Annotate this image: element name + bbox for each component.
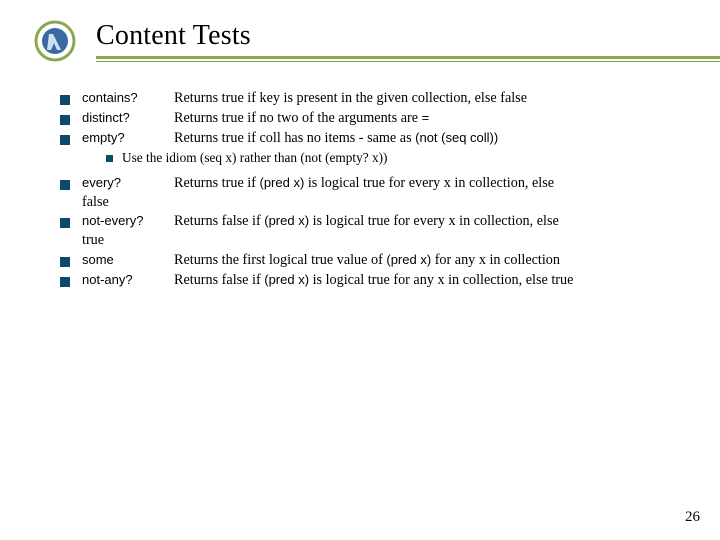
square-bullet-icon	[60, 135, 70, 145]
fn-desc: Returns true if coll has no items - same…	[174, 130, 684, 148]
desc-code: =	[422, 110, 430, 125]
desc-text: is logical true for every x in collectio…	[309, 213, 559, 229]
fn-term: not-every?	[82, 213, 174, 229]
fn-term: some	[82, 252, 174, 268]
lambda-logo-icon	[34, 20, 76, 67]
slide-header: Content Tests	[0, 0, 720, 62]
desc-code: (pred x)	[264, 213, 309, 228]
fn-desc: Returns true if no two of the arguments …	[174, 110, 684, 128]
square-bullet-icon	[60, 115, 70, 125]
square-bullet-icon	[60, 218, 70, 228]
list-item: empty? Returns true if coll has no items…	[60, 130, 684, 148]
desc-text: is logical true for any x in collection,…	[309, 272, 573, 288]
square-bullet-icon	[60, 95, 70, 105]
desc-text: for any x in collection	[431, 252, 560, 268]
list-item: contains? Returns true if key is present…	[60, 90, 684, 108]
desc-text: Returns true if	[174, 175, 260, 191]
fn-term: every?	[82, 175, 174, 191]
list-item: some Returns the first logical true valu…	[60, 252, 684, 270]
desc-text: Returns false if	[174, 272, 264, 288]
fn-term: empty?	[82, 130, 174, 146]
desc-code: (not (seq coll))	[415, 130, 498, 145]
fn-term: contains?	[82, 90, 174, 106]
desc-text: Returns true if key is present in the gi…	[174, 90, 527, 106]
desc-code: (pred x)	[264, 272, 309, 287]
slide-body: contains? Returns true if key is present…	[0, 62, 720, 289]
fn-term: distinct?	[82, 110, 174, 126]
list-item: distinct? Returns true if no two of the …	[60, 110, 684, 128]
fn-desc: Returns false if (pred x) is logical tru…	[174, 213, 684, 231]
list-item: not-any? Returns false if (pred x) is lo…	[60, 272, 684, 290]
title-rule-thin	[96, 61, 720, 62]
desc-text: Returns false if	[174, 213, 264, 229]
desc-text: Returns true if no two of the arguments …	[174, 110, 422, 126]
desc-continuation: true	[82, 232, 684, 250]
desc-code: (pred x)	[260, 175, 305, 190]
sub-note: Use the idiom (seq x) rather than (not (…	[122, 150, 387, 167]
slide-title: Content Tests	[96, 20, 720, 55]
desc-text: Returns true if coll has no items - same…	[174, 130, 415, 146]
fn-desc: Returns true if (pred x) is logical true…	[174, 175, 684, 193]
desc-text: is logical true for every x in collectio…	[304, 175, 554, 191]
square-bullet-icon	[60, 277, 70, 287]
page-number: 26	[685, 509, 700, 526]
desc-continuation: false	[82, 194, 684, 212]
list-item: every? Returns true if (pred x) is logic…	[60, 175, 684, 193]
sub-list-item: Use the idiom (seq x) rather than (not (…	[106, 150, 684, 167]
title-rule-thick	[96, 56, 720, 59]
list-item: not-every? Returns false if (pred x) is …	[60, 213, 684, 231]
fn-desc: Returns true if key is present in the gi…	[174, 90, 684, 108]
desc-text: Returns the first logical true value of	[174, 252, 386, 268]
desc-code: (pred x)	[386, 252, 431, 267]
fn-desc: Returns false if (pred x) is logical tru…	[174, 272, 684, 290]
square-bullet-small-icon	[106, 155, 113, 162]
fn-term: not-any?	[82, 272, 174, 288]
square-bullet-icon	[60, 180, 70, 190]
fn-desc: Returns the first logical true value of …	[174, 252, 684, 270]
square-bullet-icon	[60, 257, 70, 267]
